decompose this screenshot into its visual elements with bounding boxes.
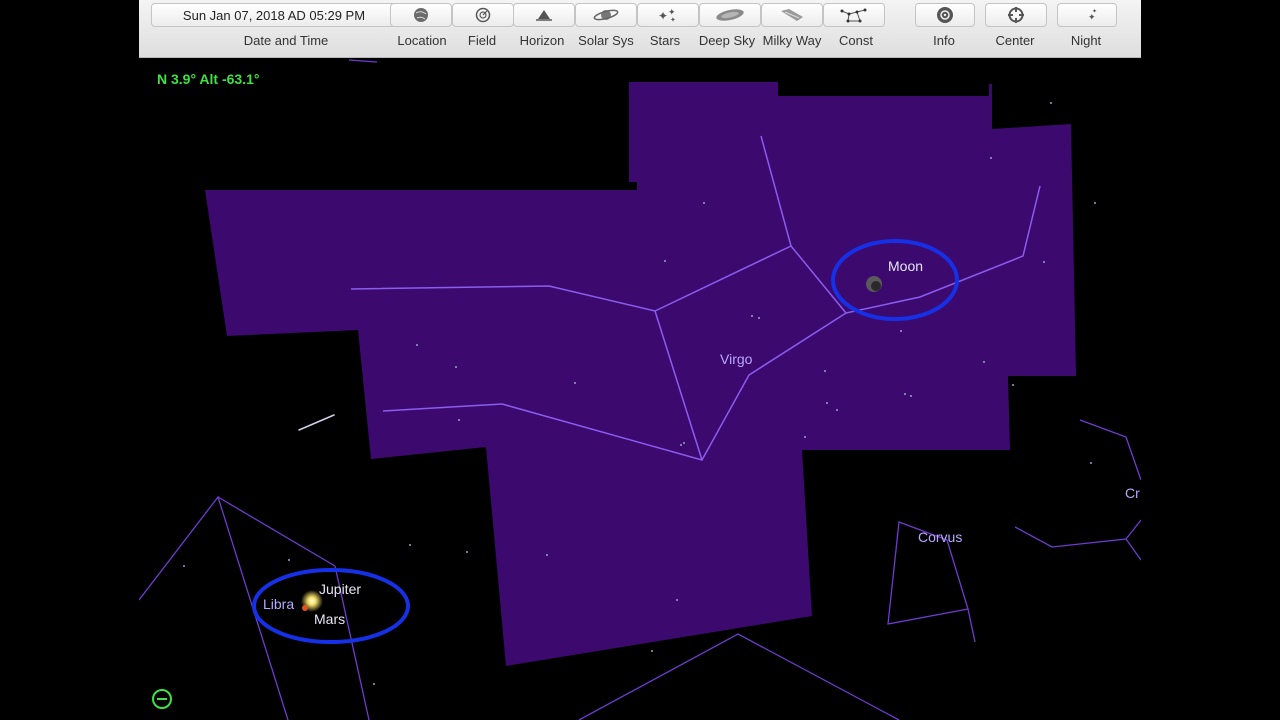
mars-object[interactable] (302, 605, 308, 611)
milky-way-button[interactable] (761, 3, 823, 27)
info-label: Info (933, 33, 955, 48)
night-label: Night (1070, 33, 1102, 48)
jupiter-label: Jupiter (319, 581, 362, 597)
stars-icon: ✦ ✦ ✦ (657, 7, 679, 23)
hydra-lines (578, 633, 900, 720)
svg-text:✦: ✦ (658, 9, 668, 23)
zoom-out-icon[interactable] (151, 688, 173, 710)
constellation-icon (840, 7, 868, 23)
info-icon (936, 6, 954, 24)
sky-canvas[interactable] (139, 0, 1141, 720)
solar-sys-label: Solar Sys (578, 33, 634, 48)
toolbar: Sun Jan 07, 2018 AD 05:29 PM Date and Ti… (139, 0, 1141, 58)
corvus-label: Corvus (918, 529, 963, 545)
const-label: Const (839, 33, 873, 48)
field-icon (475, 7, 491, 23)
location-button[interactable] (390, 3, 452, 27)
datetime-value: Sun Jan 07, 2018 AD 05:29 PM (182, 7, 366, 23)
center-label: Center (995, 33, 1035, 48)
night-button[interactable]: ✦ ✦ (1057, 3, 1117, 27)
sky-view-app: Sun Jan 07, 2018 AD 05:29 PM Date and Ti… (139, 0, 1141, 720)
globe-icon (413, 7, 429, 23)
alt-az-readout: N 3.9° Alt -63.1° (157, 71, 260, 87)
deep-sky-button[interactable] (699, 3, 761, 27)
info-button[interactable] (915, 3, 975, 27)
crater-lines (1014, 419, 1141, 561)
stars-label: Stars (649, 33, 681, 48)
galaxy-icon (715, 7, 745, 23)
datetime-field[interactable]: Sun Jan 07, 2018 AD 05:29 PM (151, 3, 397, 27)
solar-sys-button[interactable] (575, 3, 637, 27)
moon-stars-icon: ✦ ✦ (1076, 6, 1098, 24)
center-icon (1007, 6, 1025, 24)
virgo-boundary (205, 82, 1076, 666)
const-button[interactable] (823, 3, 885, 27)
milky-way-icon (779, 7, 805, 23)
deep-sky-label: Deep Sky (698, 33, 756, 48)
field-button[interactable] (452, 3, 514, 27)
virgo-label: Virgo (720, 351, 753, 367)
mars-label: Mars (314, 611, 346, 627)
svg-text:✦: ✦ (670, 16, 676, 23)
datetime-label: Date and Time (243, 33, 329, 48)
svg-text:✦: ✦ (1092, 8, 1097, 15)
crater-label: Cr (1125, 485, 1140, 501)
libra-label: Libra (263, 596, 295, 612)
milky-way-label: Milky Way (762, 33, 822, 48)
moon-label: Moon (888, 258, 924, 274)
moon-object-shadow (871, 281, 881, 291)
horizon-label: Horizon (519, 33, 565, 48)
horizon-button[interactable] (513, 3, 575, 27)
svg-text:✦: ✦ (668, 7, 676, 17)
horizon-icon (535, 8, 553, 22)
saturn-icon (593, 7, 619, 23)
stars-button[interactable]: ✦ ✦ ✦ (637, 3, 699, 27)
comet-streak (298, 414, 335, 431)
center-button[interactable] (985, 3, 1047, 27)
